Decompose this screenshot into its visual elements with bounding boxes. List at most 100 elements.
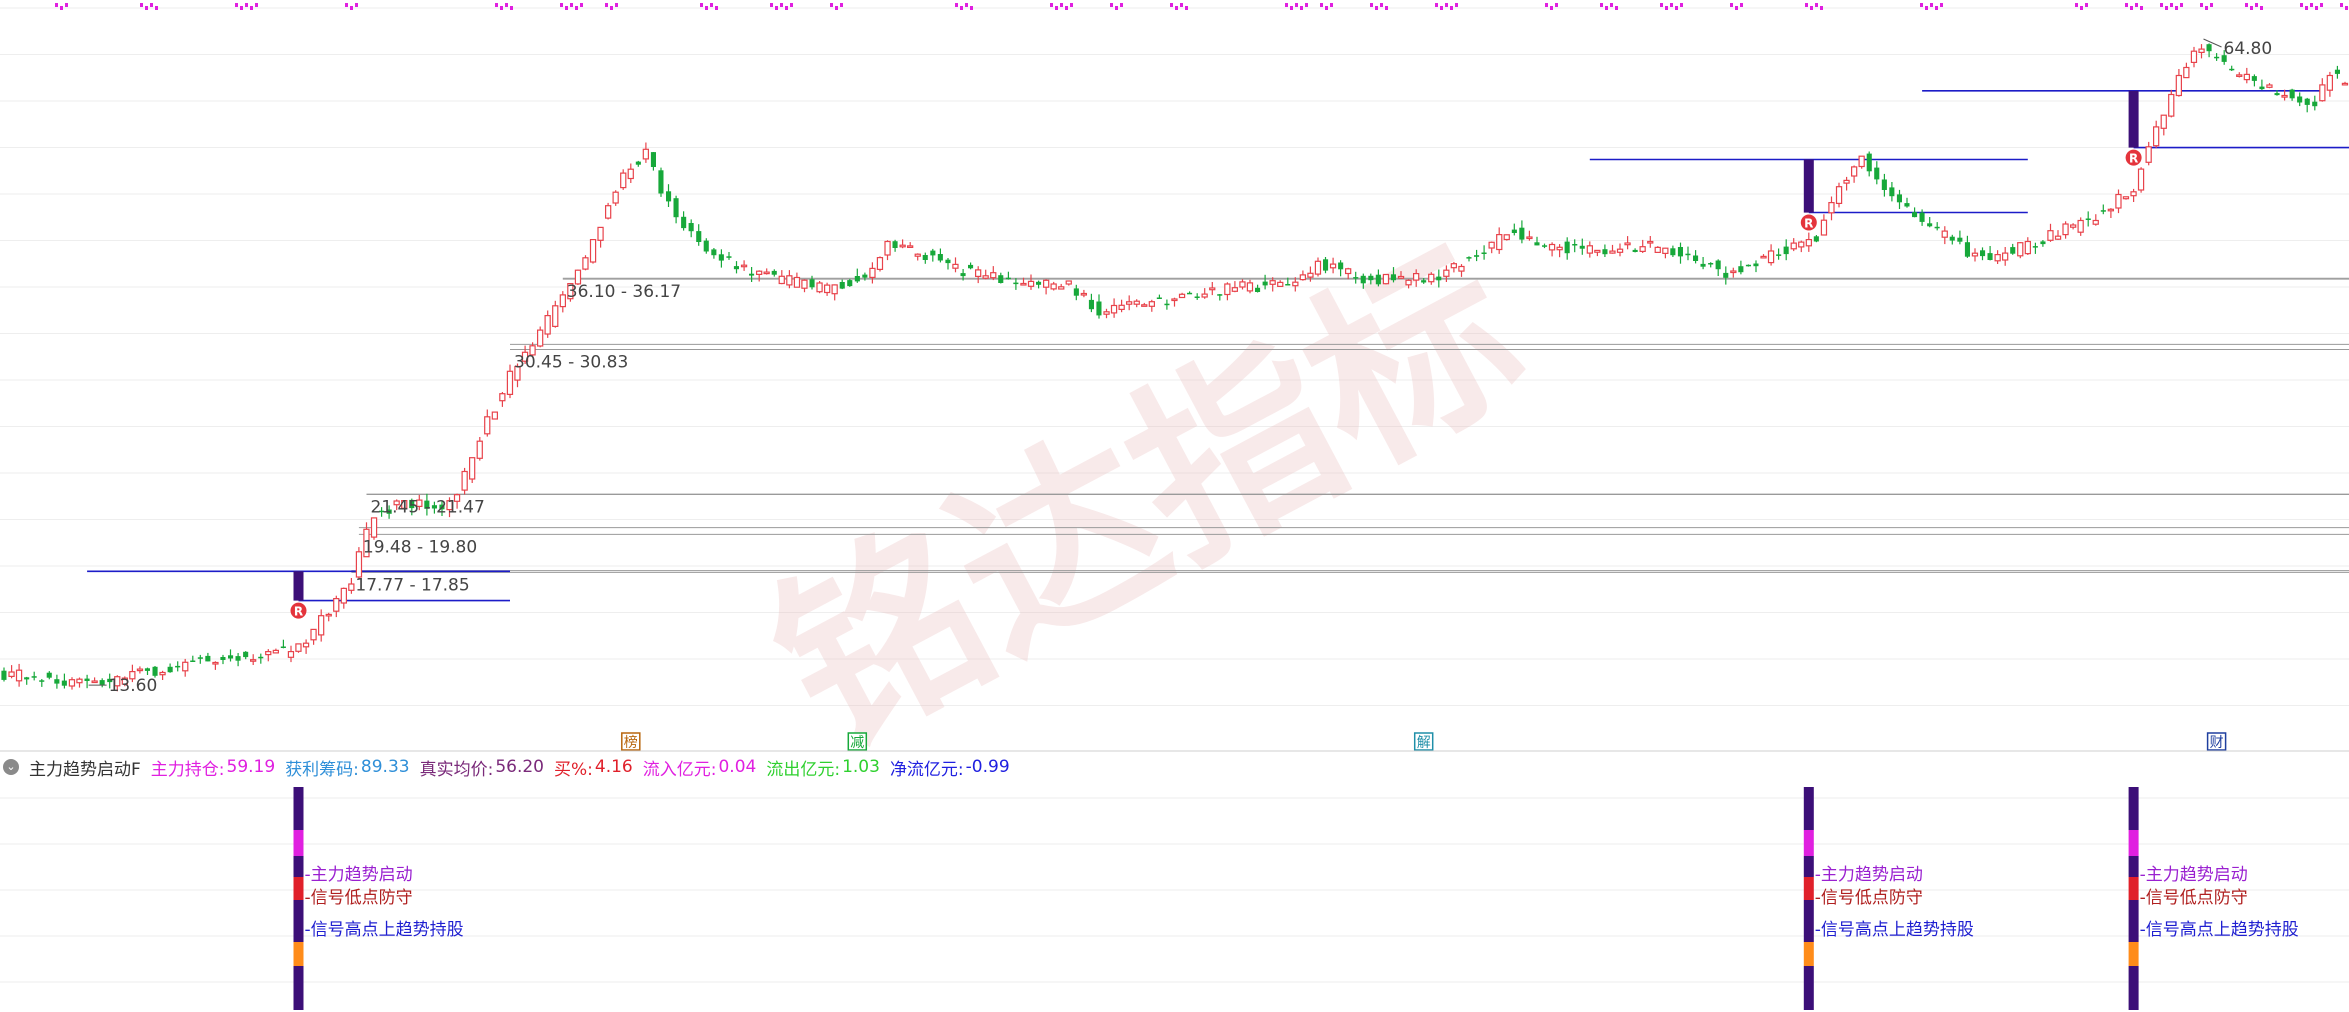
signal-dot [345, 3, 348, 7]
signal-dot [1055, 6, 1058, 10]
legend-value-avgprice: 56.20 [495, 757, 544, 777]
candle-body [1496, 234, 1503, 251]
signal-dot [155, 6, 158, 10]
candle-body [809, 279, 815, 288]
candle-body [2251, 76, 2257, 81]
candle-body [1323, 259, 1329, 271]
indicator-column-segment [293, 942, 304, 966]
candle-body [1027, 280, 1035, 287]
candle-body [197, 657, 203, 659]
candle-body [2077, 219, 2084, 233]
signal-dot [2300, 3, 2303, 7]
candle-body [1096, 301, 1102, 316]
signal-dot [2210, 3, 2213, 7]
signal-dot [1660, 3, 1663, 7]
candle-body [1397, 275, 1405, 279]
candle-body [1353, 277, 1359, 279]
candle-body [1662, 247, 1669, 254]
candle-body [182, 661, 189, 672]
indicator-column-segment [293, 966, 304, 1010]
candle-body [1971, 252, 1979, 257]
signal-dot [785, 6, 788, 10]
signal-dot [1385, 6, 1388, 10]
candle-body [1632, 249, 1638, 252]
candle-body [696, 231, 702, 242]
candle-body [1307, 272, 1314, 278]
candle-body [1949, 236, 1955, 241]
signal-dot [1600, 3, 1603, 7]
candle-body [1912, 212, 1918, 218]
indicator-column-segment [293, 787, 304, 830]
candle-body [1141, 304, 1148, 307]
signal-dot [1555, 3, 1558, 7]
candle-body [740, 264, 748, 268]
candle-body [1314, 260, 1322, 275]
collapse-chevron-icon[interactable]: ⌄ [3, 759, 19, 775]
signal-dot [2340, 3, 2343, 7]
candle-body [930, 250, 936, 256]
signal-dot [2205, 6, 2208, 10]
candle-body [1194, 296, 1200, 298]
candle-body [1201, 293, 1208, 298]
signal-dot [2305, 6, 2308, 10]
candle-body [1178, 293, 1186, 299]
candle-body [1828, 202, 1835, 214]
legend-label-outflow: 流出亿元: [766, 759, 841, 780]
candle-body [763, 271, 770, 275]
candle-body [348, 583, 355, 591]
indicator-signal-label: -主力趋势启动 [2140, 865, 2248, 885]
candle-body [703, 240, 709, 252]
signal-dot [1170, 3, 1173, 7]
zone-label: 30.45 - 30.83 [514, 353, 628, 373]
candle-body [1934, 226, 1940, 229]
candle-body [786, 275, 793, 286]
candle-body [688, 223, 694, 232]
kline-chart[interactable]: 铭达指标 R R R 36.10 - 36.17 30.45 - 30.83 21.45… [0, 0, 2349, 1012]
candle-body [1110, 304, 1118, 314]
signal-dot [1305, 3, 1308, 7]
candle-body [627, 168, 634, 180]
candle-body [1285, 284, 1291, 286]
event-marker-text: 榜 [624, 734, 638, 751]
signal-dot [355, 3, 358, 7]
candle-body [1767, 250, 1775, 264]
candle-body [612, 191, 619, 204]
candle-body [2281, 94, 2288, 98]
candle-body [1299, 274, 1307, 281]
signal-dot [1175, 6, 1178, 10]
candle-body [1262, 281, 1268, 286]
signal-dot [1550, 6, 1553, 10]
candle-body [1858, 155, 1865, 168]
candle-body [1013, 282, 1019, 285]
candle-body [1125, 301, 1133, 305]
signal-dot [1445, 3, 1448, 7]
candle-body [1534, 242, 1540, 246]
candle-body [1805, 239, 1813, 247]
signal-dot [955, 3, 958, 7]
candle-body [1835, 186, 1843, 204]
candle-body [1760, 255, 1767, 259]
candle-body [1730, 270, 1737, 274]
event-marker-text: 减 [850, 735, 864, 751]
candle-body [39, 680, 45, 682]
signal-marker-text: R [294, 605, 303, 619]
indicator-name[interactable]: 主力趋势启动F [29, 755, 141, 780]
signal-marker-text: R [2129, 152, 2138, 166]
candle-body [190, 660, 196, 662]
candle-body [2266, 84, 2273, 88]
candle-body [1050, 283, 1057, 290]
candle-body [1753, 263, 1759, 267]
candle-body [136, 668, 144, 672]
candle-body [84, 678, 90, 681]
event-markers[interactable]: 榜减解财 [621, 732, 2227, 751]
candle-body [287, 650, 295, 658]
signal-dot [710, 3, 713, 7]
signal-dot [1820, 6, 1823, 10]
signal-dot [1615, 6, 1618, 10]
candle-body [2062, 223, 2069, 236]
candle-body [1511, 229, 1517, 233]
candle-body [604, 205, 612, 219]
candle-body [1231, 287, 1239, 292]
signal-dot [2245, 3, 2248, 7]
candle-body [914, 253, 921, 257]
